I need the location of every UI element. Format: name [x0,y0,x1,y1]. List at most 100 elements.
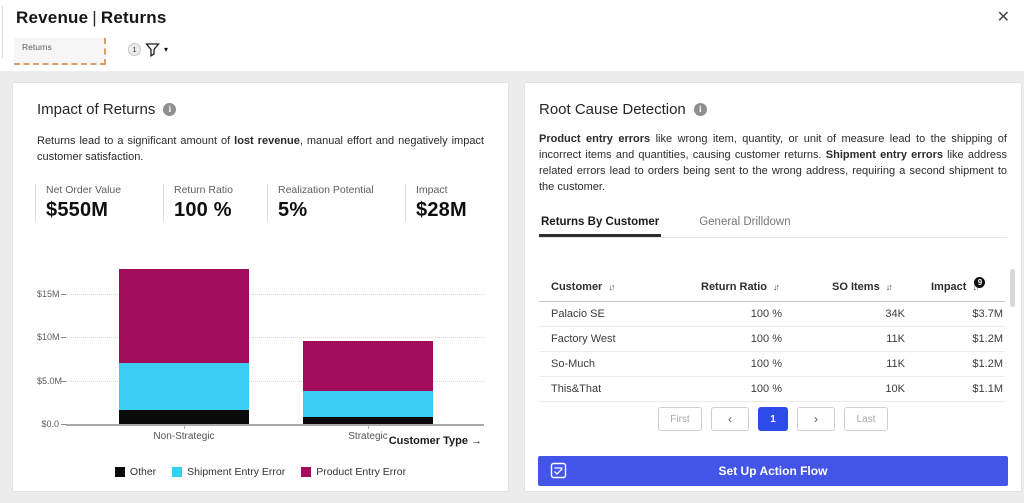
x-axis-tick [368,424,369,429]
return-ratio-cell: 100 % [750,382,782,395]
close-icon[interactable]: ✕ [997,8,1010,28]
filter-count-badge: 1 [128,43,141,56]
impact-cell: $3.7M [972,307,1003,320]
sort-count-badge: 9 [974,276,986,288]
window-edge [2,6,3,58]
content-background: Impact of Returns i Returns lead to a si… [0,71,1024,503]
kpi-value: $28M [416,198,467,221]
pagination: First ‹ 1 › Last [525,407,1021,431]
page-title: Revenue | Returns [16,8,167,28]
legend-swatch [172,467,183,477]
drilldown-tabs: Returns By Customer General Drilldown [539,212,1007,238]
kpi-net-order-value: Net Order Value $550M [35,183,163,222]
pagination-last-button[interactable]: Last [844,407,888,431]
customer-cell: Palacio SE [551,307,605,320]
returns-filter-tab[interactable]: Returns [14,38,106,65]
y-axis-tick [61,380,66,382]
kpi-return-ratio: Return Ratio 100 % [163,183,267,222]
kpi-label: Impact [416,183,448,196]
returns-table: Customer ↓↑ Return Ratio ↓↑ SO Items ↓↑ Impact… [539,274,1005,402]
column-label: Return Ratio [701,281,767,294]
right-panel-description: Product entry errors like wrong item, qu… [539,133,1007,193]
kpi-label: Net Order Value [46,183,122,196]
customer-cell: So-Much [551,357,596,370]
so-items-cell: 11K [886,357,905,370]
title-separator: | [92,8,97,27]
column-label: SO Items [832,281,880,294]
column-header-customer[interactable]: Customer ↓↑ [539,281,689,293]
table-row[interactable]: Palacio SE 100 % 34K $3.7M [539,302,1005,327]
info-icon[interactable]: i [163,103,177,116]
legend-item-other[interactable]: Other [114,466,157,478]
y-axis-label: $0.0 [41,419,59,429]
bar-segment-shipment-entry-error[interactable] [119,363,249,411]
pagination-prev-button[interactable]: ‹ [711,407,749,431]
filter-control[interactable]: 1 ▾ [128,42,168,57]
return-ratio-cell: 100 % [750,357,782,370]
legend-swatch [301,467,312,477]
action-flow-icon [550,462,567,479]
table-scrollbar[interactable] [1010,269,1015,307]
bar-segment-other[interactable] [119,410,249,424]
so-items-cell: 11K [886,332,905,345]
kpi-label: Return Ratio [174,183,233,196]
kpi-row: Net Order Value $550M Return Ratio 100 % Rea… [35,183,484,222]
title-secondary: Returns [100,8,167,27]
x-axis-title: Customer Type → [388,435,482,447]
root-cause-detection-panel: Root Cause Detection i Product entry err… [524,82,1022,492]
bar-segment-shipment-entry-error[interactable] [303,391,433,418]
category-label-non-strategic: Non-Strategic [153,431,215,442]
legend-item-product-entry-error[interactable]: Product Entry Error [301,466,406,478]
y-axis-tick [61,293,66,295]
impact-cell: $1.2M [972,357,1003,370]
column-header-so-items[interactable]: SO Items ↓↑ [804,281,919,293]
tab-returns-by-customer[interactable]: Returns By Customer [539,216,661,237]
impact-cell: $1.1M [972,382,1003,395]
legend-label: Other [129,466,157,478]
legend-label: Shipment Entry Error [187,466,286,478]
tab-general-drilldown[interactable]: General Drilldown [697,216,792,237]
kpi-value: $550M [46,198,109,221]
chart-legend: Other Shipment Entry Error Product Entry E… [13,466,508,478]
impact-chart: $15M $10M $5.0M $0.0 Non-Strategic Strategic [37,253,486,453]
right-panel-title: Root Cause Detection [539,101,686,118]
table-body: Palacio SE 100 % 34K $3.7M Factory West 100 %… [539,302,1005,402]
y-axis-label: $15M [37,288,60,299]
kpi-value: 100 % [174,198,232,221]
legend-item-shipment-entry-error[interactable]: Shipment Entry Error [172,466,285,478]
so-items-cell: 34K [885,307,905,320]
column-header-impact[interactable]: Impact ↓↑ 9 [919,276,1005,293]
table-row[interactable]: Factory West 100 % 11K $1.2M [539,327,1005,352]
kpi-label: Realization Potential [278,183,374,196]
impact-of-returns-panel: Impact of Returns i Returns lead to a si… [12,82,509,492]
y-axis-label: $10M [37,332,60,343]
table-row[interactable]: So-Much 100 % 11K $1.2M [539,352,1005,377]
bar-segment-other[interactable] [303,417,433,424]
so-items-cell: 10K [885,382,905,395]
sort-icon: ↓↑ [885,282,893,293]
pagination-next-button[interactable]: › [797,407,835,431]
table-row[interactable]: This&That 100 % 10K $1.1M [539,377,1005,402]
customer-cell: Factory West [551,332,616,345]
column-header-return-ratio[interactable]: Return Ratio ↓↑ [689,281,804,293]
bar-segment-product-entry-error[interactable] [303,340,433,391]
set-up-action-flow-button[interactable]: Set Up Action Flow [538,456,1008,486]
pagination-page-button[interactable]: 1 [758,407,788,431]
chevron-down-icon: ▾ [164,45,169,54]
customer-cell: This&That [551,382,602,395]
sort-icon: ↓↑ [608,282,615,293]
left-panel-title: Impact of Returns [37,101,156,118]
x-axis-tick [184,424,185,429]
legend-label: Product Entry Error [316,466,407,478]
impact-cell: $1.2M [972,332,1003,345]
window-header: Revenue | Returns ✕ Returns 1 ▾ [0,0,1024,71]
info-icon[interactable]: i [693,103,707,116]
bar-segment-product-entry-error[interactable] [119,269,249,364]
column-label: Customer [551,281,603,294]
pagination-first-button[interactable]: First [658,407,702,431]
y-axis-label: $5.0M [37,375,63,386]
cta-label: Set Up Action Flow [718,464,828,478]
filter-funnel-icon [145,43,160,57]
sort-icon: ↓↑ [773,282,780,293]
legend-swatch [114,467,125,477]
